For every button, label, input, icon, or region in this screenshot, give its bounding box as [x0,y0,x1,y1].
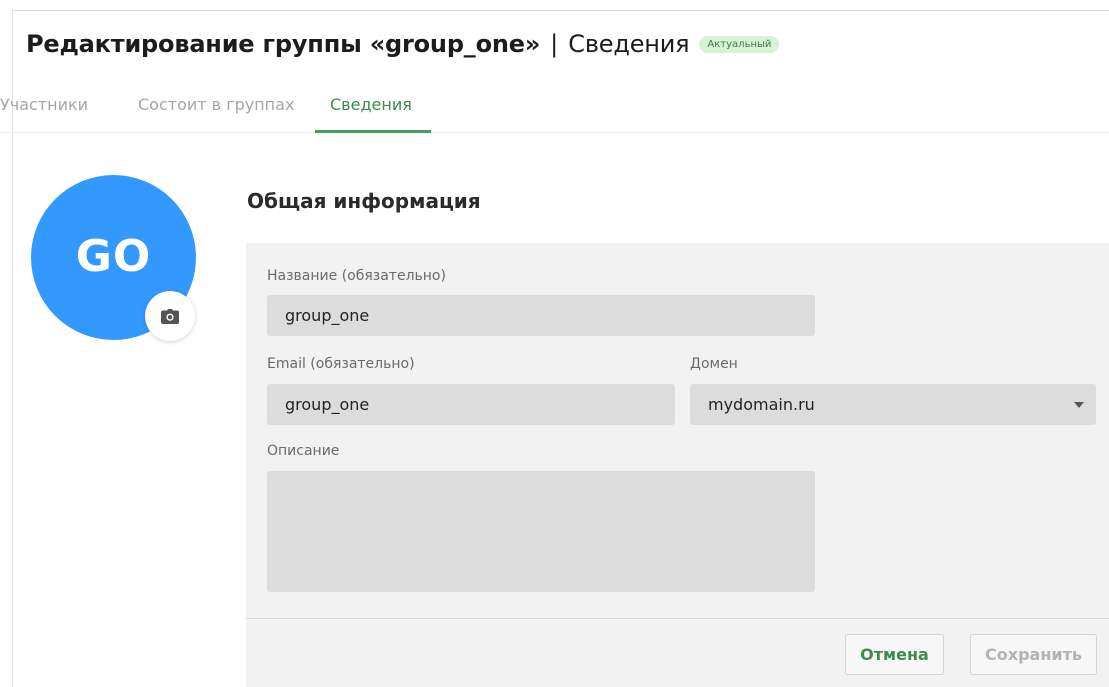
tab-members[interactable]: Участники [0,95,88,114]
tab-bar: Участники Состоит в группах Сведения [0,86,1109,133]
page-header: Редактирование группы «group_one» | Свед… [26,30,780,58]
status-badge: Актуальный [699,35,780,53]
active-tab-indicator [315,130,431,133]
tab-member-of-groups[interactable]: Состоит в группах [138,95,294,114]
tab-details[interactable]: Сведения [330,95,412,114]
page-section-title: Сведения [568,30,690,58]
editor-window: Редактирование группы «group_one» | Свед… [0,0,1109,687]
domain-select[interactable]: mydomain.ru [690,384,1096,425]
form-footer-divider [246,618,1109,619]
camera-icon [161,308,179,324]
description-textarea[interactable] [267,471,815,592]
domain-select-value: mydomain.ru [708,395,815,414]
name-field-value: group_one [285,306,370,325]
frame-border-top [12,10,1109,11]
section-title: Общая информация [247,189,481,213]
domain-label: Домен [690,356,738,372]
cancel-button[interactable]: Отмена [845,634,944,675]
chevron-down-icon [1074,402,1084,408]
name-field[interactable]: group_one [267,295,815,336]
email-field[interactable]: group_one [267,384,675,425]
change-avatar-button[interactable] [145,291,195,341]
email-label: Email (обязательно) [267,356,415,372]
title-separator: | [550,30,559,58]
description-label: Описание [267,443,340,459]
page-title: Редактирование группы «group_one» [26,30,541,58]
email-field-value: group_one [285,395,370,414]
name-label: Название (обязательно) [267,268,446,284]
save-button[interactable]: Сохранить [970,634,1097,675]
avatar-initials: GO [75,231,152,282]
